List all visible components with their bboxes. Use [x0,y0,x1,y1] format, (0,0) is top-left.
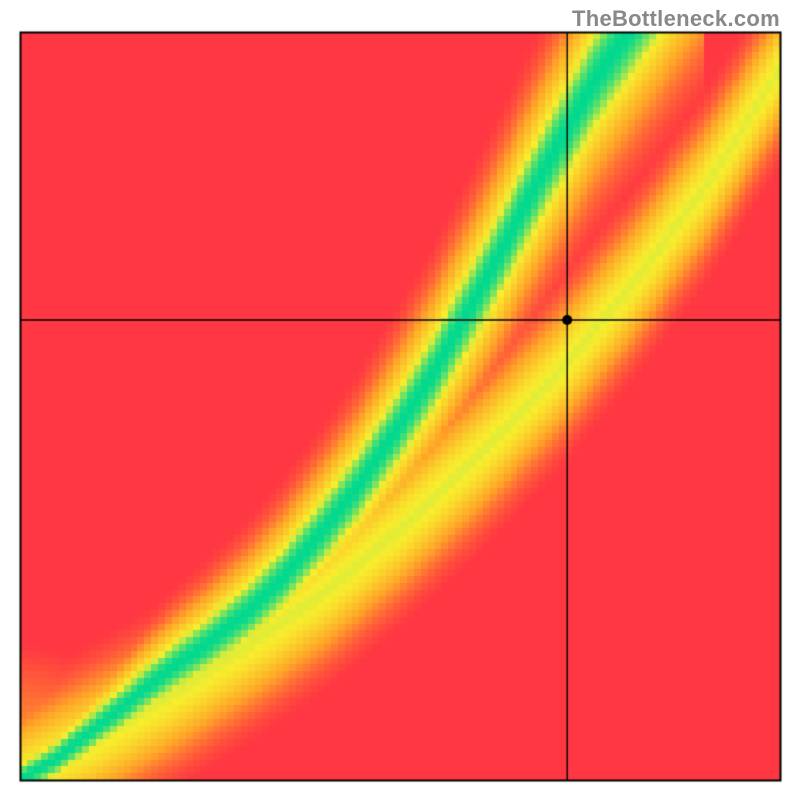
watermark-text: TheBottleneck.com [572,6,780,32]
bottleneck-heatmap [0,0,800,800]
chart-container: TheBottleneck.com [0,0,800,800]
